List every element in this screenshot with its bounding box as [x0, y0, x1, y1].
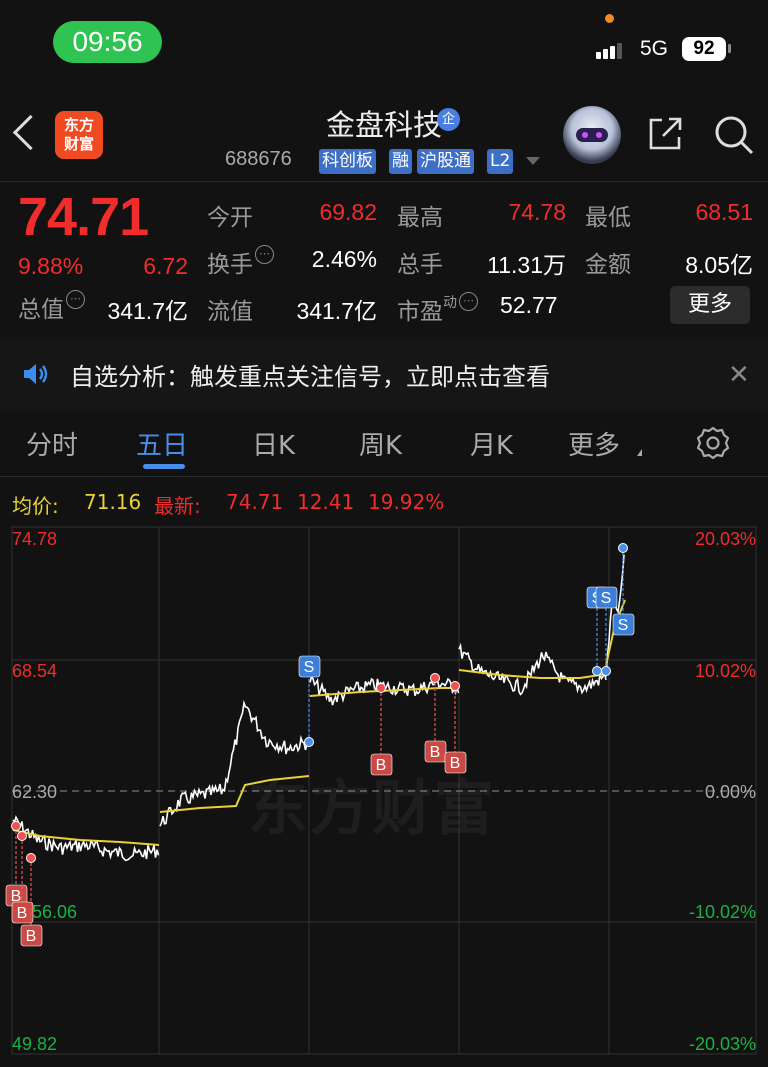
avg-price-line — [12, 829, 160, 846]
tag-stock-connect: 沪股通 — [417, 149, 474, 174]
sell-marker-dot — [618, 543, 628, 553]
info-icon[interactable]: ⋯ — [459, 292, 478, 311]
tag-star-market: 科创板 — [319, 149, 376, 174]
volume-value: 11.31万 — [487, 252, 566, 278]
buy-marker-dot — [376, 683, 386, 693]
sell-marker-dot — [304, 737, 314, 747]
pe-dynamic-sup: 动 — [443, 295, 457, 311]
volume-label: 总手 — [397, 252, 443, 278]
market-cap-label: 总值 — [18, 297, 64, 323]
enterprise-badge: 企 — [437, 108, 460, 131]
open-label: 今开 — [207, 205, 253, 231]
y-axis-left-label: 74.78 — [12, 529, 58, 549]
battery-tip — [728, 44, 731, 53]
tab-daily-k[interactable]: 日K — [252, 425, 295, 462]
amount-value: 8.05亿 — [685, 252, 753, 278]
avg-price-label: 均价: — [12, 494, 59, 518]
current-price: 74.71 — [18, 187, 149, 247]
tab-more[interactable]: 更多 — [568, 425, 620, 462]
market-cap: 341.7亿 — [107, 298, 188, 324]
y-axis-right-label: 0.00% — [704, 782, 756, 802]
latest-price: 74.71 — [226, 490, 284, 514]
change-percent: 9.88% — [18, 253, 84, 279]
amount-label: 金额 — [585, 252, 631, 278]
pe-label-group: 市盈动 ⋯ — [397, 292, 478, 326]
tag-margin: 融 — [389, 149, 412, 174]
avg-price-value: 71.16 — [84, 490, 142, 514]
sell-marker-dot — [592, 666, 602, 676]
buy-marker-dot — [430, 673, 440, 683]
tab-active-indicator — [143, 464, 185, 469]
tab-intraday[interactable]: 分时 — [26, 425, 78, 462]
close-icon[interactable]: ✕ — [728, 360, 750, 390]
y-axis-right-label: 20.03% — [694, 529, 756, 549]
gear-icon[interactable] — [696, 426, 730, 460]
share-icon[interactable] — [648, 115, 682, 151]
tab-monthly-k[interactable]: 月K — [470, 425, 513, 462]
stock-code: 688676 — [225, 148, 292, 170]
network-type: 5G — [640, 37, 669, 60]
change-amount: 6.72 — [143, 253, 188, 279]
search-icon[interactable] — [714, 115, 754, 155]
buy-marker-label: B — [26, 928, 37, 945]
turnover-value: 2.46% — [311, 246, 377, 272]
watermark: 东方财富 — [248, 774, 496, 844]
latest-change: 12.41 — [297, 490, 355, 514]
assistant-robot-icon[interactable] — [563, 106, 621, 164]
divider — [0, 181, 768, 182]
status-time: 09:56 — [53, 21, 162, 63]
buy-marker-dot — [26, 853, 36, 863]
y-axis-left-label: 56.06 — [32, 902, 78, 922]
buy-marker-dot — [11, 821, 21, 831]
dropdown-icon — [637, 449, 642, 456]
pe-value: 52.77 — [500, 292, 558, 318]
turnover-label-group: 换手 ⋯ — [207, 245, 274, 279]
price-line — [12, 814, 160, 862]
market-cap-label-group: 总值 ⋯ — [18, 290, 85, 324]
buy-marker-dot — [450, 681, 460, 691]
y-axis-right-label: -20.03% — [688, 1034, 756, 1054]
info-icon[interactable]: ⋯ — [255, 245, 274, 264]
info-icon[interactable]: ⋯ — [66, 290, 85, 309]
buy-marker-dot — [17, 831, 27, 841]
y-axis-left-label: 62.30 — [12, 782, 58, 802]
y-axis-left-label: 68.54 — [12, 661, 58, 681]
low-value: 68.51 — [695, 199, 753, 225]
price-line — [458, 642, 607, 696]
turnover-label: 换手 — [207, 252, 253, 278]
open-value: 69.82 — [319, 199, 377, 225]
battery-icon: 92 — [682, 37, 726, 61]
sell-marker-label: S — [601, 590, 612, 607]
float-cap-value: 341.7亿 — [296, 298, 377, 324]
buy-marker-label: B — [17, 905, 28, 922]
sell-marker-label: S — [304, 659, 315, 676]
high-label: 最高 — [397, 205, 443, 231]
more-button[interactable]: 更多 — [670, 286, 750, 324]
latest-percent: 19.92% — [368, 490, 445, 514]
chevron-down-icon[interactable] — [526, 157, 540, 165]
sell-marker-dot — [601, 666, 611, 676]
low-label: 最低 — [585, 205, 631, 231]
tab-weekly-k[interactable]: 周K — [359, 425, 402, 462]
sell-marker-label: S — [618, 617, 629, 634]
signal-icon — [596, 40, 624, 59]
pe-label: 市盈 — [397, 299, 443, 325]
float-cap-label: 流值 — [207, 299, 253, 325]
buy-marker-label: B — [430, 744, 441, 761]
latest-label: 最新: — [154, 494, 201, 518]
speaker-icon — [24, 364, 48, 384]
privacy-indicator — [605, 14, 614, 23]
y-axis-right-label: -10.02% — [688, 902, 756, 922]
notice-text[interactable]: 自选分析：触发重点关注信号，立即点击查看 — [70, 357, 550, 392]
tag-level2: L2 — [487, 149, 514, 174]
high-value: 74.78 — [508, 199, 566, 225]
tab-five-day[interactable]: 五日 — [136, 425, 188, 462]
y-axis-right-label: 10.02% — [694, 661, 756, 681]
avg-price-line — [458, 669, 607, 679]
divider — [0, 476, 768, 477]
y-axis-left-label: 49.82 — [12, 1034, 58, 1054]
